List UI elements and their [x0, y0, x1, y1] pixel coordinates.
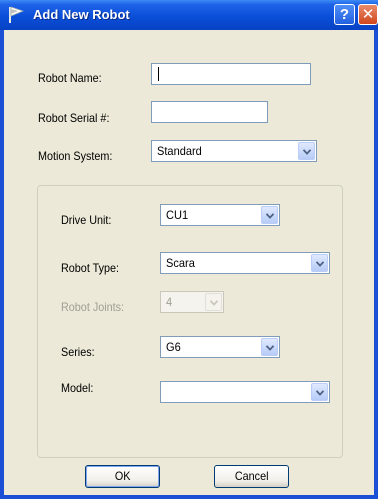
robot-type-value: Scara	[166, 256, 195, 270]
series-label: Series:	[61, 345, 95, 359]
ok-button[interactable]: OK	[85, 465, 160, 488]
drive-unit-value: CU1	[166, 208, 189, 222]
drive-unit-label: Drive Unit:	[61, 213, 112, 227]
robot-serial-field[interactable]	[151, 101, 268, 123]
series-value: G6	[166, 340, 181, 354]
motion-system-value: Standard	[157, 144, 202, 158]
ok-button-label: OK	[114, 469, 131, 483]
dropdown-button	[205, 293, 222, 311]
dropdown-button[interactable]	[311, 383, 328, 401]
cancel-button-label: Cancel	[234, 469, 269, 483]
robot-joints-select: 4	[160, 291, 224, 313]
model-select[interactable]	[160, 381, 330, 403]
chevron-down-icon	[210, 300, 218, 306]
motion-system-select[interactable]: Standard	[151, 140, 317, 162]
dropdown-button[interactable]	[311, 254, 328, 272]
model-label: Model:	[61, 381, 94, 395]
cancel-button[interactable]: Cancel	[214, 465, 289, 488]
text-caret	[158, 67, 159, 81]
drive-unit-select[interactable]: CU1	[160, 204, 280, 226]
chevron-down-icon	[266, 213, 274, 219]
robot-joints-label: Robot Joints:	[61, 300, 125, 314]
dialog-window: Add New Robot ? ✕ Robot Name: Robot Seri…	[0, 0, 378, 499]
close-icon[interactable]: ✕	[358, 4, 378, 25]
title-bar[interactable]: Add New Robot ? ✕	[0, 0, 378, 30]
window-title: Add New Robot	[33, 7, 130, 22]
dropdown-button[interactable]	[261, 338, 278, 356]
help-icon[interactable]: ?	[334, 4, 355, 25]
motion-system-label: Motion System:	[38, 149, 113, 163]
robot-joints-value: 4	[166, 295, 173, 309]
chevron-down-icon	[266, 345, 274, 351]
robot-serial-label: Robot Serial #:	[38, 111, 110, 125]
robot-type-label: Robot Type:	[61, 261, 120, 275]
dropdown-button[interactable]	[298, 142, 315, 160]
series-select[interactable]: G6	[160, 336, 280, 358]
dropdown-button[interactable]	[261, 206, 278, 224]
robot-flag-icon	[9, 6, 25, 23]
chevron-down-icon	[316, 390, 324, 396]
chevron-down-icon	[316, 261, 324, 267]
robot-name-field[interactable]	[151, 63, 311, 85]
robot-name-label: Robot Name:	[38, 71, 102, 85]
dialog-body: Robot Name: Robot Serial #: Motion Syste…	[4, 30, 374, 495]
chevron-down-icon	[303, 149, 311, 155]
robot-type-select[interactable]: Scara	[160, 252, 330, 274]
